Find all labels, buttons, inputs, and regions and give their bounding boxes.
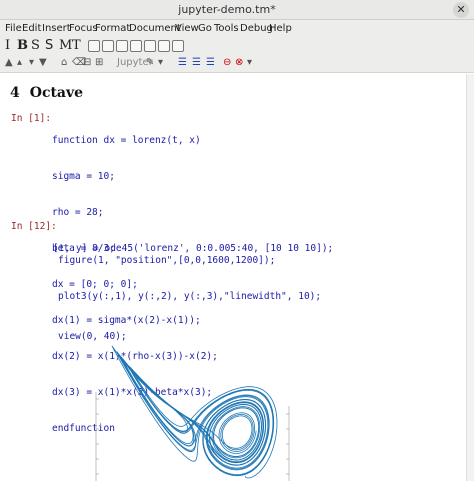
menu-tools[interactable]: Tools — [214, 23, 239, 34]
trajectory-segment — [116, 352, 278, 479]
more-icon[interactable]: ▾ — [247, 57, 252, 68]
lorenz-attractor-plot — [95, 345, 290, 481]
menu-insert[interactable]: Insert — [42, 23, 71, 34]
bold-icon[interactable] — [88, 40, 100, 52]
cell-prompt: In [1]: — [11, 113, 52, 124]
menu-help[interactable]: Help — [269, 23, 292, 34]
unfold-icon[interactable]: ⊞ — [95, 57, 103, 68]
cell-prompt: In [12]: — [11, 221, 57, 232]
menu-edit[interactable]: Edit — [22, 23, 41, 34]
menu-view[interactable]: View — [175, 23, 199, 34]
arrow-down-icon[interactable]: ▾ — [29, 57, 34, 68]
section-heading: 4 Octave — [10, 85, 93, 101]
stop-icon[interactable]: ⊖ — [223, 57, 231, 68]
code-line: rho = 28; — [52, 207, 104, 218]
arrow-down-alt-icon[interactable]: ▼ — [39, 57, 47, 68]
copy-icon[interactable] — [144, 40, 156, 52]
page-icon[interactable] — [172, 40, 184, 52]
italic-tool-icon[interactable]: I — [5, 38, 10, 53]
align-left-icon[interactable]: ☰ — [178, 57, 187, 68]
code-line: function dx = lorenz(t, x) — [52, 135, 201, 146]
code-line: figure(1, "position",[0,0,1600,1200]); — [58, 255, 276, 266]
code-line: sigma = 10; — [52, 171, 115, 182]
dropdown-icon[interactable]: ▾ — [158, 57, 163, 68]
menu-bar: File Edit Insert Focus Format Document V… — [0, 20, 474, 38]
trajectory-segment — [126, 366, 257, 454]
paste-icon[interactable] — [158, 40, 170, 52]
align-right-icon[interactable]: ☰ — [206, 57, 215, 68]
menu-document[interactable]: Document — [129, 23, 181, 34]
math-tool-icon[interactable]: M — [59, 38, 72, 53]
image-icon[interactable] — [130, 40, 142, 52]
document-area[interactable]: 4 Octave In [1]: function dx = lorenz(t, … — [0, 74, 466, 481]
arrow-up-alt-icon[interactable]: ▴ — [17, 57, 22, 68]
code-line: view(0, 40); — [58, 331, 127, 342]
window-titlebar: jupyter-demo.tm* ✕ — [0, 0, 474, 20]
menu-focus[interactable]: Focus — [69, 23, 98, 34]
menu-go[interactable]: Go — [198, 23, 212, 34]
interrupt-icon[interactable]: ⊗ — [235, 57, 243, 68]
code-line: plot3(y(:,1), y(:,2), y(:,3),"linewidth"… — [58, 291, 322, 302]
arrow-up-icon[interactable]: ▲ — [5, 57, 13, 68]
bold-tool-icon[interactable]: B — [17, 38, 28, 53]
menu-debug[interactable]: Debug — [240, 23, 273, 34]
vertical-scrollbar[interactable] — [466, 74, 474, 481]
small-caps-tool-icon[interactable]: S — [45, 38, 53, 53]
trajectory-segment — [117, 352, 270, 470]
menu-format[interactable]: Format — [95, 23, 130, 34]
trajectory-curve — [111, 345, 278, 479]
align-center-icon[interactable]: ☰ — [192, 57, 201, 68]
window-title: jupyter-demo.tm* — [178, 3, 276, 16]
table-icon[interactable] — [116, 40, 128, 52]
italic-icon[interactable] — [102, 40, 114, 52]
format-toolbar: I B S S M T — [0, 38, 474, 55]
session-toolbar: ▲ ▴ ▾ ▼ ⌂ ⌫ ⊟ ⊞ Jupyter ✎ ▾ ☰ ☰ ☰ ⊖ ⊗ ▾ — [0, 55, 474, 73]
sans-tool-icon[interactable]: S — [31, 38, 40, 53]
menu-file[interactable]: File — [5, 23, 22, 34]
wrench-icon[interactable]: ✎ — [146, 57, 154, 68]
fold-icon[interactable]: ⊟ — [83, 57, 91, 68]
close-button[interactable]: ✕ — [453, 2, 469, 18]
section-title: Octave — [29, 85, 84, 101]
section-number: 4 — [10, 85, 20, 101]
home-icon[interactable]: ⌂ — [61, 57, 67, 68]
typewriter-tool-icon[interactable]: T — [72, 38, 81, 53]
